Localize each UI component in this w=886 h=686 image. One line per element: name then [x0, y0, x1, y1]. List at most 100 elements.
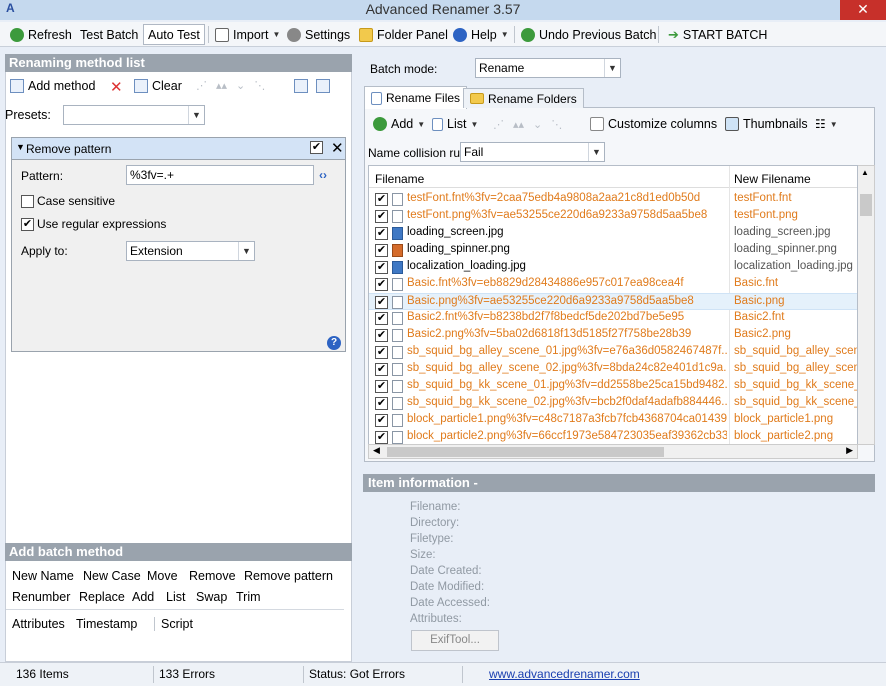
save-preset-icon[interactable]: [294, 79, 308, 93]
table-row[interactable]: Basic.png%3fv=ae53255ce220d6a9233a9758d5…: [369, 293, 857, 310]
row-checkbox[interactable]: [375, 312, 388, 325]
chevron-down-icon: ▼: [470, 119, 479, 129]
table-row[interactable]: Basic2.png%3fv=5ba02d6818f13d5185f27f758…: [369, 327, 857, 344]
batch-method-script[interactable]: Script: [154, 617, 193, 631]
table-row[interactable]: sb_squid_bg_alley_scene_02.jpg%3fv=8bda2…: [369, 361, 857, 378]
start-batch-button[interactable]: ➔ START BATCH: [664, 24, 771, 45]
row-checkbox[interactable]: [375, 431, 388, 444]
tab-rename-folders[interactable]: Rename Folders: [463, 88, 584, 108]
batch-method-attributes[interactable]: Attributes: [12, 617, 65, 631]
move-bottom-icon[interactable]: ⋱: [254, 79, 265, 92]
row-checkbox[interactable]: [375, 193, 388, 206]
scroll-thumb[interactable]: [387, 447, 664, 457]
collision-rule-select[interactable]: Fail ▼: [460, 142, 605, 162]
add-method-button[interactable]: Add method: [10, 79, 95, 93]
clear-button[interactable]: Clear: [134, 79, 182, 93]
exiftool-button[interactable]: ExifTool...: [411, 630, 499, 651]
row-checkbox[interactable]: [375, 414, 388, 427]
row-checkbox[interactable]: [375, 397, 388, 410]
list-icon: [432, 117, 443, 131]
table-row[interactable]: sb_squid_bg_kk_scene_02.jpg%3fv=bcb2f0da…: [369, 395, 857, 412]
customize-columns-button[interactable]: Customize columns: [590, 117, 717, 131]
move-up-icon[interactable]: ▴▴: [216, 79, 227, 92]
batch-method-remove-pattern[interactable]: Remove pattern: [244, 569, 333, 583]
table-row[interactable]: block_particle1.png%3fv=c48c7187a3fcb7fc…: [369, 412, 857, 429]
horizontal-scrollbar[interactable]: ◀ ▶: [368, 444, 858, 459]
add-files-button[interactable]: Add ▼: [373, 117, 425, 131]
help-button[interactable]: Help ▼: [449, 24, 513, 45]
batch-method-replace[interactable]: Replace: [79, 590, 125, 604]
batch-method-add[interactable]: Add: [132, 590, 154, 604]
batch-method-move[interactable]: Move: [147, 569, 178, 583]
case-sensitive-checkbox[interactable]: [21, 195, 34, 208]
collapse-icon[interactable]: ▼: [16, 142, 25, 152]
batch-method-remove[interactable]: Remove: [189, 569, 236, 583]
batch-method-list[interactable]: List: [166, 590, 185, 604]
view-menu-button[interactable]: ☷ ▼: [815, 117, 838, 131]
batch-method-trim[interactable]: Trim: [236, 590, 261, 604]
move-up-icon[interactable]: ▴▴: [513, 118, 524, 131]
move-down-icon[interactable]: ⌄: [533, 118, 542, 131]
website-link[interactable]: www.advancedrenamer.com: [489, 667, 640, 681]
presets-select[interactable]: ▼: [63, 105, 205, 125]
row-checkbox[interactable]: [375, 227, 388, 240]
close-icon[interactable]: ✕: [331, 139, 344, 157]
pattern-input[interactable]: %3fv=.+: [126, 165, 314, 185]
row-checkbox[interactable]: [375, 296, 388, 309]
use-regex-checkbox[interactable]: [21, 218, 34, 231]
undo-batch-button[interactable]: Undo Previous Batch: [517, 24, 660, 45]
table-row[interactable]: block_particle2.png%3fv=66ccf1973e584723…: [369, 429, 857, 444]
row-checkbox[interactable]: [375, 346, 388, 359]
row-checkbox[interactable]: [375, 363, 388, 376]
apply-to-select[interactable]: Extension ▼: [126, 241, 255, 261]
vertical-scrollbar[interactable]: ▲: [858, 165, 875, 445]
batch-mode-select[interactable]: Rename ▼: [475, 58, 621, 78]
table-row[interactable]: Basic2.fnt%3fv=b8238bd2f7f8bedcf5de202bd…: [369, 310, 857, 327]
settings-button[interactable]: Settings: [283, 24, 354, 45]
table-row[interactable]: testFont.fnt%3fv=2caa75edb4a9808a2aa21c8…: [369, 191, 857, 208]
code-brackets-icon[interactable]: ‹›: [319, 168, 327, 182]
refresh-button[interactable]: Refresh: [6, 24, 76, 45]
batch-method-renumber[interactable]: Renumber: [12, 590, 70, 604]
tab-rename-files[interactable]: Rename Files: [364, 86, 468, 109]
table-row[interactable]: localization_loading.jpg localization_loa…: [369, 259, 857, 276]
import-button[interactable]: Import ▼: [211, 24, 284, 45]
table-row[interactable]: loading_screen.jpg loading_screen.jpg: [369, 225, 857, 242]
list-button[interactable]: List ▼: [432, 117, 478, 131]
row-checkbox[interactable]: [375, 278, 388, 291]
help-icon[interactable]: ?: [327, 336, 341, 350]
batch-method-swap[interactable]: Swap: [196, 590, 227, 604]
column-header-new-filename[interactable]: New Filename: [734, 172, 811, 186]
table-row[interactable]: sb_squid_bg_alley_scene_01.jpg%3fv=e76a3…: [369, 344, 857, 361]
scroll-thumb[interactable]: [860, 194, 872, 216]
table-row[interactable]: sb_squid_bg_kk_scene_01.jpg%3fv=dd2558be…: [369, 378, 857, 395]
table-row[interactable]: Basic.fnt%3fv=eb8829d28434886e957c017ea9…: [369, 276, 857, 293]
auto-test-button[interactable]: Auto Test: [143, 24, 205, 45]
row-checkbox[interactable]: [375, 210, 388, 223]
table-row[interactable]: loading_spinner.png loading_spinner.png: [369, 242, 857, 259]
thumbnails-button[interactable]: Thumbnails: [725, 117, 808, 131]
scroll-up-icon[interactable]: ▲: [861, 168, 869, 177]
scroll-right-icon[interactable]: ▶: [846, 445, 853, 456]
remove-method-button[interactable]: ✕: [110, 78, 123, 96]
close-button[interactable]: ✕: [840, 0, 886, 20]
load-preset-icon[interactable]: [316, 79, 330, 93]
row-checkbox[interactable]: [375, 380, 388, 393]
table-row[interactable]: testFont.png%3fv=ae53255ce220d6a9233a975…: [369, 208, 857, 225]
batch-method-new-name[interactable]: New Name: [12, 569, 74, 583]
test-batch-button[interactable]: Test Batch: [76, 24, 142, 45]
row-checkbox[interactable]: [375, 261, 388, 274]
row-checkbox[interactable]: [375, 329, 388, 342]
batch-method-new-case[interactable]: New Case: [83, 569, 141, 583]
folder-panel-button[interactable]: Folder Panel: [355, 24, 452, 45]
status-separator: [153, 666, 154, 683]
move-top-icon[interactable]: ⋰: [196, 79, 207, 92]
row-checkbox[interactable]: [375, 244, 388, 257]
move-top-icon[interactable]: ⋰: [493, 118, 504, 131]
move-bottom-icon[interactable]: ⋱: [551, 118, 562, 131]
batch-method-timestamp[interactable]: Timestamp: [76, 617, 137, 631]
move-down-icon[interactable]: ⌄: [236, 79, 245, 92]
scroll-left-icon[interactable]: ◀: [373, 445, 380, 456]
column-header-filename[interactable]: Filename: [375, 172, 424, 186]
method-enabled-checkbox[interactable]: [310, 141, 323, 154]
